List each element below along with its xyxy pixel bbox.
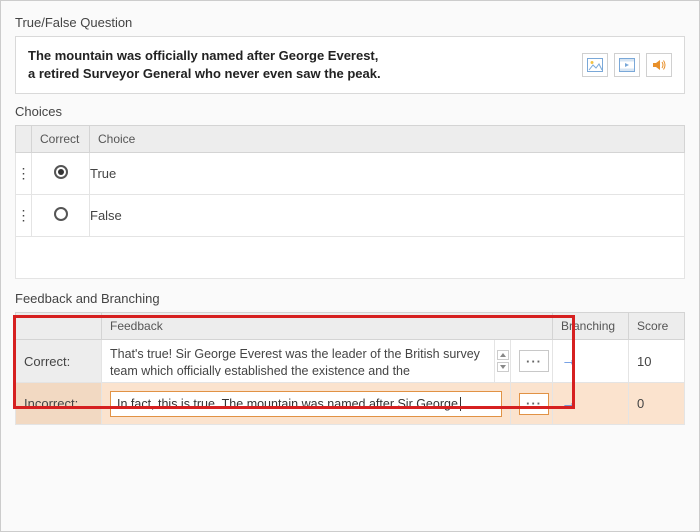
arrow-right-icon: →	[561, 395, 577, 412]
media-buttons	[582, 53, 672, 77]
audio-icon	[651, 58, 667, 72]
drag-handle[interactable]: ⋮	[16, 153, 32, 195]
question-text[interactable]: The mountain was officially named after …	[28, 47, 381, 83]
fb-input-incorrect[interactable]: In fact, this is true. The mountain was …	[102, 383, 511, 425]
text-caret	[460, 397, 461, 411]
feedback-row-correct: Correct: That's true! Sir George Everest…	[16, 340, 685, 383]
add-audio-button[interactable]	[646, 53, 672, 77]
choices-table: Correct Choice ⋮ True ⋮ False	[15, 125, 685, 279]
fb-label-correct: Correct:	[16, 340, 102, 383]
feedback-table: Feedback Branching Score Correct: That's…	[15, 312, 685, 425]
feedback-row-incorrect: Incorrect: In fact, this is true. The mo…	[16, 383, 685, 425]
section-title-choices: Choices	[15, 104, 685, 119]
question-box: The mountain was officially named after …	[15, 36, 685, 94]
spin-down-button[interactable]	[497, 362, 509, 372]
fb-header-blank	[16, 313, 102, 340]
fb-label-incorrect: Incorrect:	[16, 383, 102, 425]
fb-header-branching: Branching	[553, 313, 629, 340]
fb-text-correct[interactable]: That's true! Sir George Everest was the …	[102, 340, 495, 383]
branching-cell-correct[interactable]: →	[553, 340, 629, 383]
choice-row-false: ⋮ False	[16, 195, 685, 237]
choice-row-true: ⋮ True	[16, 153, 685, 195]
add-video-button[interactable]	[614, 53, 640, 77]
image-icon	[587, 58, 603, 72]
choice-label-false[interactable]: False	[90, 195, 685, 237]
fb-spinner-correct	[496, 350, 510, 372]
drag-handle[interactable]: ⋮	[16, 195, 32, 237]
choice-label-true[interactable]: True	[90, 153, 685, 195]
score-cell-incorrect[interactable]: 0	[629, 383, 685, 425]
fb-options-button-correct[interactable]: ···	[519, 350, 549, 372]
correct-radio-false[interactable]	[54, 207, 68, 221]
spin-up-button[interactable]	[497, 350, 509, 360]
choices-header-choice: Choice	[90, 126, 685, 153]
choices-header-correct: Correct	[32, 126, 90, 153]
choices-header-handle	[16, 126, 32, 153]
fb-options-button-incorrect[interactable]: ···	[519, 393, 549, 415]
score-cell-correct[interactable]: 10	[629, 340, 685, 383]
section-title-question: True/False Question	[15, 15, 685, 30]
fb-header-score: Score	[629, 313, 685, 340]
section-title-feedback: Feedback and Branching	[15, 291, 685, 306]
branching-cell-incorrect[interactable]: →	[553, 383, 629, 425]
add-image-button[interactable]	[582, 53, 608, 77]
correct-radio-true[interactable]	[54, 165, 68, 179]
fb-header-feedback: Feedback	[102, 313, 553, 340]
video-icon	[619, 58, 635, 72]
arrow-right-icon: →	[561, 352, 577, 369]
choices-empty-area	[16, 237, 685, 279]
